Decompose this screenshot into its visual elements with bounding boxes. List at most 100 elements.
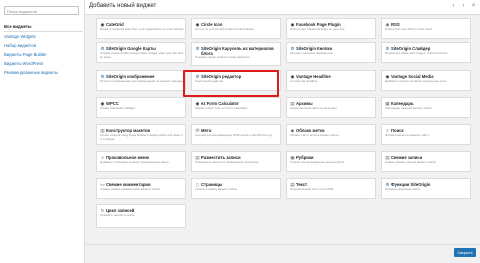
widget-name: SiteOrigin Карусель из материалов блога [201, 45, 274, 56]
category-wordpress[interactable]: Виджеты WordPress [4, 59, 83, 68]
dialog: Добавить новый виджет ‹ › × ◉ CateGrid Dis… [85, 0, 480, 263]
widget-card[interactable]: ◉ CateGrid Displays CateGrid links from yo… [96, 18, 186, 39]
category-list: Все виджеты Vantage Widgets Набор виджет… [4, 22, 83, 77]
widget-card[interactable]: ◉ Vantage Headline A lovely big headline. [286, 70, 376, 91]
widget-card[interactable]: ◉ WPCC Create Calculation Widget. [96, 97, 186, 118]
widget-name: Цикл записей [106, 207, 135, 213]
widget-card[interactable]: ▭ Свежие комментарии Самые свежие коммента… [96, 178, 186, 199]
widget-card[interactable]: ▤ Архивы Архив записей сайта по месяцам. [286, 97, 376, 118]
widget-sidebar: Поиск виджетов Все виджеты Vantage Widge… [0, 0, 85, 263]
gear-icon: ⚙ [195, 46, 200, 51]
widget-description: Календарь записей вашего сайта. [385, 106, 433, 110]
widget-description: Показать функцию сайта. [385, 187, 421, 191]
footer-divider [85, 244, 480, 245]
widget-card[interactable]: ⚙ SiteOrigin Кнопки Кнопка с набором парам… [286, 42, 376, 63]
widget-description: Показать ваши записи в виде карусели. [195, 55, 251, 59]
category-bundle[interactable]: Набор виджетов [4, 41, 83, 50]
widget-card[interactable]: ▥ Конструктор макетов Create a layout usin… [96, 124, 186, 145]
widget-description: Responsive slider with images, videos an… [385, 51, 449, 55]
widget-card[interactable]: ◉ RSS Entries from any RSS or Atom feed. [381, 18, 471, 39]
widget-description: Embed your Facebook Page on your site. [290, 27, 346, 31]
widget-name: Рубрики [296, 154, 314, 160]
widget-name: SiteOrigin Слайдер [391, 45, 431, 51]
widget-description: Create Calculation Widget. [100, 106, 136, 110]
widget-name: Поиск [391, 127, 404, 133]
widget-card[interactable]: ⚙ SiteOrigin изображение Простое изображен… [96, 70, 186, 91]
widget-description: Display a form from ez Form Calculator. [195, 106, 248, 110]
close-icon[interactable]: × [470, 3, 477, 10]
widget-description: Кнопка с набором параметров. [290, 51, 334, 55]
widget-card[interactable]: ⚙ Функции SiteOrigin Показать функцию сайт… [381, 178, 471, 199]
widget-name: Circle Icon [201, 21, 223, 27]
widget-card[interactable]: ◉ Vantage Social Media Добавить ссылки на … [381, 70, 471, 91]
widget-card[interactable]: ▦ Календарь Календарь записей вашего сайта… [381, 97, 471, 118]
widget-card[interactable]: ▤ Текст Произвольный текст или HTML. [286, 178, 376, 199]
category-page-builder[interactable]: Виджеты Page Builder [4, 50, 83, 59]
widget-name: Календарь [391, 100, 414, 106]
widget-name: SiteOrigin Google Карты [106, 45, 156, 51]
widget-card[interactable]: Ⓦ Мета Ссылки для входа/выхода, RSS-лента … [191, 124, 281, 145]
category-vantage[interactable]: Vantage Widgets [4, 32, 83, 41]
widget-name: Facebook Page Plugin [296, 21, 341, 27]
selection-highlight [183, 70, 279, 97]
widget-name: Мета [201, 127, 212, 133]
widget-name: Страницы [201, 181, 223, 187]
widget-name: Функции SiteOrigin [391, 181, 431, 187]
widget-description: Displays CateGrid links from your organi… [100, 27, 184, 31]
search-input[interactable]: Поиск виджетов [4, 6, 79, 15]
widget-card[interactable]: ↻ Цикл записей Показать записи в цикле. [96, 204, 186, 228]
widget-description: Добавьте в боковую колонку произвольное … [100, 160, 170, 164]
next-icon[interactable]: › [460, 3, 467, 10]
widget-description: Облако часто используемых меток. [290, 133, 340, 137]
widget-description: Create a layout using Page Builder's wid… [100, 133, 183, 141]
widget-description: Самые свежие комментарии вашего сайта. [100, 187, 161, 191]
widget-description: Entries from any RSS or Atom feed. [385, 27, 433, 31]
widget-name: Архивы [296, 100, 313, 106]
widget-description: Произвольный текст или HTML. [290, 187, 335, 191]
widget-name: Произвольное меню [106, 154, 150, 160]
widget-card[interactable]: ▣ Рубрики Список или выпадающее меню рубри… [286, 151, 376, 172]
widget-card[interactable]: ⌕ Поиск Форма поиска по вашему сайту. [381, 124, 471, 145]
widget-description: Добавить ссылки на ваши социальные сети. [385, 79, 447, 83]
widget-name: ez Form Calculator [201, 100, 239, 106]
widget-card[interactable]: ≡ Произвольное меню Добавьте в боковую кол… [96, 151, 186, 172]
widget-description: Самые свежие записи вашего сайта. [385, 160, 437, 164]
widget-name: SiteOrigin изображение [106, 73, 155, 79]
widget-name: SiteOrigin Кнопки [296, 45, 333, 51]
widget-name: RSS [391, 21, 400, 27]
widget-description: Архив записей сайта по месяцам. [290, 106, 338, 110]
widget-name: Свежие записи [391, 154, 423, 160]
dialog-header: Добавить новый виджет ‹ › × [85, 0, 480, 15]
widget-name: CateGrid [106, 21, 124, 27]
widget-description: Простое изображение для размещения на ва… [100, 79, 184, 83]
widget-name: Свежие комментарии [106, 181, 151, 187]
widget-description: Список или выпадающее меню рубрик. [290, 160, 345, 164]
widget-name: Конструктор макетов [106, 127, 151, 133]
close-button[interactable]: Закрыть [454, 248, 476, 257]
widget-description: A highly customizable Google Maps widget… [100, 51, 183, 59]
widget-card[interactable]: ⚙ SiteOrigin Google Карты A highly customi… [96, 42, 186, 63]
widget-card[interactable]: ◉ Facebook Page Plugin Embed your Facebook… [286, 18, 376, 39]
category-recommended[interactable]: Рекомендованные виджеты [4, 68, 83, 77]
widget-description: Ссылки для входа/выхода, RSS-лента и Wor… [195, 133, 273, 137]
widget-description: Показать записи в цикле. [100, 213, 136, 217]
widget-card[interactable]: ⚙ SiteOrigin Карусель из материалов блога… [191, 42, 281, 66]
widget-card[interactable]: ◉ Circle Icon An icon in a circle with a t… [191, 18, 281, 39]
widget-name: Vantage Headline [296, 73, 331, 79]
widget-description: Показывать записи по выбранному критерию… [195, 160, 260, 164]
widget-card[interactable]: ▯ Страницы Список страниц вашего сайта. [191, 178, 281, 199]
previous-icon[interactable]: ‹ [450, 3, 457, 10]
widget-description: A lovely big headline. [290, 79, 319, 83]
widget-card[interactable]: ▤ Разместить записи Показывать записи по в… [191, 151, 281, 172]
widget-card[interactable]: ⚙ SiteOrigin Слайдер Responsive slider wit… [381, 42, 471, 63]
widget-description: Форма поиска по вашему сайту. [385, 133, 430, 137]
widget-card[interactable]: ▤ Свежие записи Самые свежие записи вашего… [381, 151, 471, 172]
widget-name: Облако меток [296, 127, 325, 133]
widget-card[interactable]: ◆ Облако меток Облако часто используемых м… [286, 124, 376, 145]
widget-name: Разместить записи [201, 154, 241, 160]
widget-card[interactable]: ◉ ez Form Calculator Display a form from e… [191, 97, 281, 118]
category-all[interactable]: Все виджеты [4, 22, 83, 32]
dialog-title: Добавить новый виджет [89, 3, 157, 9]
widget-description: An icon in a circle with a title and des… [195, 27, 255, 31]
widget-name: Текст [296, 181, 308, 187]
